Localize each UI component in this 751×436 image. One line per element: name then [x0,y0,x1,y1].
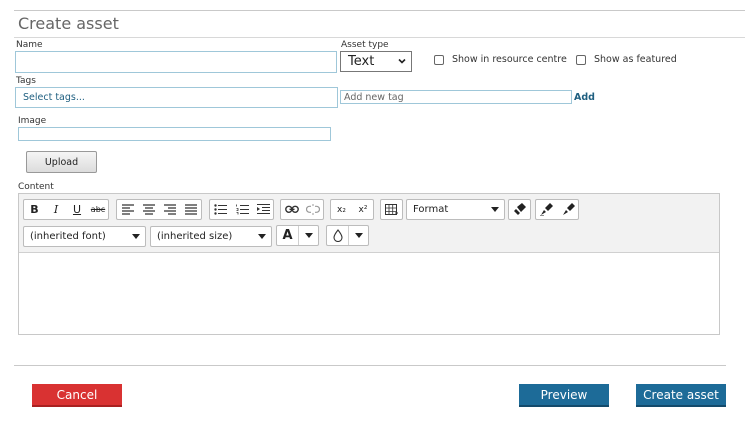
asset-type-value: Text [348,54,375,69]
list-group [209,199,274,220]
justify-button[interactable] [180,200,201,219]
table-group [380,199,403,220]
align-center-button[interactable] [138,200,159,219]
caret-down-icon [491,207,499,212]
caret-down-icon [258,234,266,239]
name-input[interactable] [15,51,337,73]
font-size-label: (inherited size) [157,231,233,242]
asset-type-select[interactable]: Text [340,51,412,72]
table-icon [385,203,398,215]
eraser-icon [514,203,526,215]
subscript-button[interactable]: x₂ [331,200,352,219]
caret-down-icon [132,234,140,239]
font-color-menu-button[interactable] [298,226,318,245]
align-left-icon [121,204,134,215]
content-label: Content [18,182,54,192]
show-in-resource-centre-label: Show in resource centre [452,54,567,65]
paint-brush-button[interactable] [557,200,578,219]
page-title: Create asset [18,14,119,33]
link-icon [284,205,299,213]
unlink-icon [306,204,320,215]
chevron-down-icon [398,58,406,64]
font-family-label: (inherited font) [30,231,106,242]
fill-drop-icon [332,229,343,242]
indent-icon [256,204,270,215]
footer-divider [14,365,726,366]
show-as-featured-checkbox[interactable] [576,55,586,65]
insert-table-button[interactable] [381,200,402,219]
paint-group [535,199,579,220]
fill-color-menu-button[interactable] [348,226,368,245]
show-in-resource-centre-checkbox[interactable] [434,55,444,65]
format-painter-icon [540,203,553,216]
bold-button[interactable]: B [24,200,45,219]
name-label: Name [16,40,43,50]
editor-toolbar: B I U abc x₂ x² Format (inherited font) … [19,194,719,253]
image-label: Image [18,116,47,126]
text-style-group: B I U abc [23,199,109,220]
font-color-split-button: A [276,225,319,246]
editor-content-area[interactable] [19,253,719,334]
bullet-list-icon [214,204,227,215]
clear-formatting-button[interactable] [509,200,530,219]
format-painter-button[interactable] [536,200,557,219]
clean-group [508,199,531,220]
add-tag-link[interactable]: Add [574,92,595,103]
fill-color-split-button [326,225,369,246]
numbered-list-button[interactable] [231,200,252,219]
align-right-icon [164,204,176,215]
font-family-dropdown[interactable]: (inherited font) [23,226,146,247]
numbered-list-icon [235,204,249,215]
indent-button[interactable] [252,200,273,219]
bullet-list-button[interactable] [210,200,231,219]
font-color-button[interactable]: A [277,226,298,245]
asset-type-label: Asset type [341,40,389,50]
cancel-button[interactable]: Cancel [32,384,122,407]
show-as-featured-label: Show as featured [594,54,677,65]
paint-brush-icon [562,203,575,215]
alignment-group [116,199,202,220]
caret-down-icon [354,232,363,238]
fill-color-button[interactable] [327,226,348,245]
format-dropdown-label: Format [413,204,449,215]
caret-down-icon [304,232,313,238]
script-group: x₂ x² [330,199,374,220]
tags-select[interactable]: Select tags... [15,87,338,108]
format-dropdown[interactable]: Format [406,199,505,220]
new-tag-input[interactable]: Add new tag [340,90,572,104]
create-asset-button[interactable]: Create asset [636,384,726,407]
rich-text-editor: B I U abc x₂ x² Format (inherited font) … [18,193,720,335]
italic-button[interactable]: I [45,200,66,219]
justify-icon [185,204,197,215]
link-button[interactable] [281,200,302,219]
top-divider [14,10,745,11]
align-left-button[interactable] [117,200,138,219]
tags-label: Tags [16,76,36,86]
align-center-icon [143,204,155,215]
strikethrough-button[interactable]: abc [87,200,108,219]
unlink-button[interactable] [302,200,323,219]
upload-button[interactable]: Upload [26,151,97,173]
preview-button[interactable]: Preview [519,384,609,407]
font-size-dropdown[interactable]: (inherited size) [150,226,272,247]
image-input[interactable] [18,127,331,141]
title-divider [14,37,745,38]
align-right-button[interactable] [159,200,180,219]
link-group [280,199,324,220]
superscript-button[interactable]: x² [352,200,373,219]
underline-button[interactable]: U [66,200,87,219]
